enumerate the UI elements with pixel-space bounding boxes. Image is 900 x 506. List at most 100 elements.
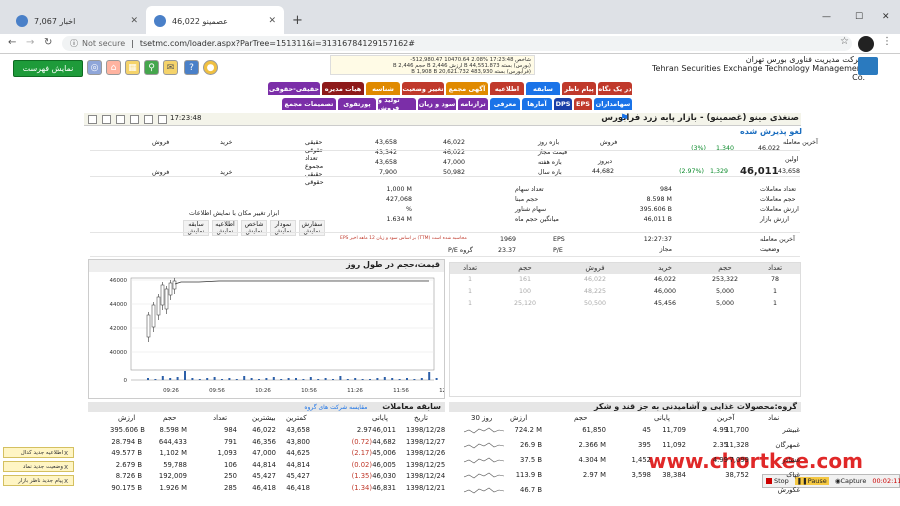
menu-tab-row1[interactable]: حقیقی-حقوقی: [268, 82, 320, 95]
menu-tab-row2[interactable]: تولید و فروش: [378, 96, 416, 112]
org-name-en: Tehran Securities Exchange Technology Ma…: [652, 64, 865, 82]
pin-icon[interactable]: [88, 115, 97, 124]
info-icon[interactable]: ⓘ: [70, 39, 78, 48]
close-tab-icon[interactable]: ✕: [130, 16, 138, 26]
menu-tab-row1[interactable]: در یک نگاه: [598, 82, 632, 95]
menu-tab-row2[interactable]: ترازنامه: [458, 98, 488, 110]
show-list-button[interactable]: نمایش فهرست: [13, 60, 83, 77]
menu-tab-row1[interactable]: شناسه: [366, 82, 400, 95]
menu-tab-row2[interactable]: سود و زیان: [418, 98, 456, 110]
url-field[interactable]: ⓘ Not secure | tsetmc.com/loader.aspx?ParTr…: [62, 36, 852, 51]
menu-dots-icon[interactable]: ⋮: [882, 36, 892, 47]
compare-icon[interactable]: ◎: [87, 60, 102, 75]
orderbook-header: تعداد: [750, 263, 800, 274]
volume-bar: [287, 378, 290, 380]
tool-button[interactable]: سابقه نمایش: [183, 220, 209, 236]
close-icon[interactable]: x: [64, 476, 68, 486]
back-icon[interactable]: ←: [8, 37, 16, 48]
menu-tab-row1[interactable]: اطلاعیه: [490, 82, 524, 95]
excel-icon[interactable]: [130, 115, 139, 124]
menu-tab-row2[interactable]: EPS: [574, 98, 592, 110]
group-days-toggle[interactable]: 30 روز: [471, 414, 492, 422]
bookmark-star-icon[interactable]: ☆: [840, 36, 849, 47]
menu-tab-row1[interactable]: آگهی مجمع: [446, 82, 488, 95]
menu-tab-row2[interactable]: آمارها: [522, 98, 552, 110]
help-icon[interactable]: ?: [184, 60, 199, 75]
range-label: بازه روز: [538, 139, 560, 146]
info2-label: حجم مبنا: [515, 196, 539, 203]
tool-button[interactable]: سفارش نمایش: [299, 220, 325, 236]
tools-title: ابزار تغییر مکان با نمایش اطلاعات: [189, 210, 280, 217]
eps-note: EPS بر اساس سود و زیان 12 ماهه اخیر (TTM…: [340, 236, 467, 241]
history-cell: 8.598 M: [159, 426, 187, 434]
candle-body: [156, 296, 161, 316]
history-cell: 46,418: [286, 483, 310, 492]
menu-tab-row2[interactable]: DPS: [554, 98, 572, 110]
orderbook-header: خرید: [630, 263, 700, 274]
close-window-icon[interactable]: ✕: [882, 12, 890, 22]
menu-tab-row1[interactable]: سابقه: [526, 82, 560, 95]
range-low: 43,658: [374, 159, 397, 166]
address-bar-row: ← → ↻ ⓘ Not secure | tsetmc.com/loader.aspx…: [0, 34, 900, 54]
forward-icon[interactable]: →: [26, 37, 34, 48]
menu-tab-row2[interactable]: تصمیمات مجمع: [282, 98, 336, 110]
home-icon[interactable]: ⌂: [106, 60, 121, 75]
window-icon[interactable]: [102, 115, 111, 124]
capture-button[interactable]: ◉ Capture: [835, 477, 867, 485]
last-trade-label: آخرین معامله: [760, 236, 795, 243]
sparkline-path: [464, 442, 504, 449]
notif-codal[interactable]: اطلاعیه جدید کدال x: [3, 447, 74, 458]
close-icon[interactable]: x: [64, 462, 68, 472]
capture-label: Capture: [840, 477, 867, 485]
history-cell: 44,625: [286, 449, 310, 457]
search-icon[interactable]: ⚲: [144, 60, 159, 75]
orderbook-cell: 48,225: [583, 288, 607, 295]
profile-avatar[interactable]: [858, 36, 874, 52]
divider: [90, 256, 800, 257]
y-tick-label: 40000: [110, 350, 128, 356]
price-label: آخرین معامله: [783, 139, 818, 146]
chat-icon[interactable]: ✉: [163, 60, 178, 75]
close-icon[interactable]: x: [64, 448, 68, 458]
refresh-icon[interactable]: [158, 115, 167, 124]
notif-text: وضعیت جدید نماد: [22, 464, 63, 470]
close-tab-icon[interactable]: ✕: [268, 16, 276, 26]
group-cell: 4.304 M: [578, 456, 606, 464]
reload-icon[interactable]: ↻: [44, 37, 52, 48]
candle-body: [146, 314, 151, 338]
orderbook-cell: 1: [467, 276, 472, 283]
tool-button[interactable]: اطلاعیه نمایش: [212, 220, 238, 236]
tool-button[interactable]: شاخص نمایش: [241, 220, 267, 236]
tab-news[interactable]: اخبار 7,067 ✕: [8, 6, 146, 36]
candle-body: [151, 304, 156, 328]
menu-tab-row1[interactable]: هیات مدیره: [322, 82, 364, 95]
group-cell: 4.99: [712, 426, 728, 434]
history-cell: 106: [224, 460, 237, 469]
market-ticker: شاخص 17:23:48 %2.08 10470.64 512,980.47-…: [330, 55, 535, 75]
settings-icon[interactable]: [144, 115, 153, 124]
compare-link[interactable]: مقایسه شرکت های گروه: [304, 404, 367, 411]
volume-bar: [191, 378, 194, 380]
sparkline: [464, 472, 504, 479]
notif-status[interactable]: وضعیت جدید نماد x: [3, 461, 74, 472]
maximize-icon[interactable]: ☐: [855, 12, 863, 22]
history-cell: 45,427: [286, 472, 310, 480]
group-cell: 724.2 M: [514, 426, 542, 434]
group-cell: 113.9 B: [515, 471, 542, 479]
history-cell: 2.97: [356, 426, 372, 434]
menu-tab-row2[interactable]: پورتفوی: [338, 98, 376, 110]
new-tab-icon[interactable]: +: [292, 13, 303, 28]
minimize-icon[interactable]: —: [822, 12, 831, 22]
menu-tab-row1[interactable]: پیام ناظر: [562, 82, 596, 95]
tool-button[interactable]: نمودار نمایش: [270, 220, 296, 236]
menu-tab-row2[interactable]: معرفی: [490, 98, 520, 110]
notif-supervisor[interactable]: پیام جدید ناظر بازار x: [3, 475, 74, 486]
pdf-icon[interactable]: [116, 115, 125, 124]
orderbook-cell: 50,500: [583, 300, 607, 307]
menu-tab-row2[interactable]: سهامداران: [594, 98, 632, 110]
menu-tab-row1[interactable]: تغییر وضعیت: [402, 82, 444, 95]
alert-icon[interactable]: ●: [203, 60, 218, 75]
group-header-cell: نماد: [768, 414, 780, 422]
grid-icon[interactable]: ▦: [125, 60, 140, 75]
tab-symbol[interactable]: عصمینو 46,022 ✕: [146, 6, 284, 36]
